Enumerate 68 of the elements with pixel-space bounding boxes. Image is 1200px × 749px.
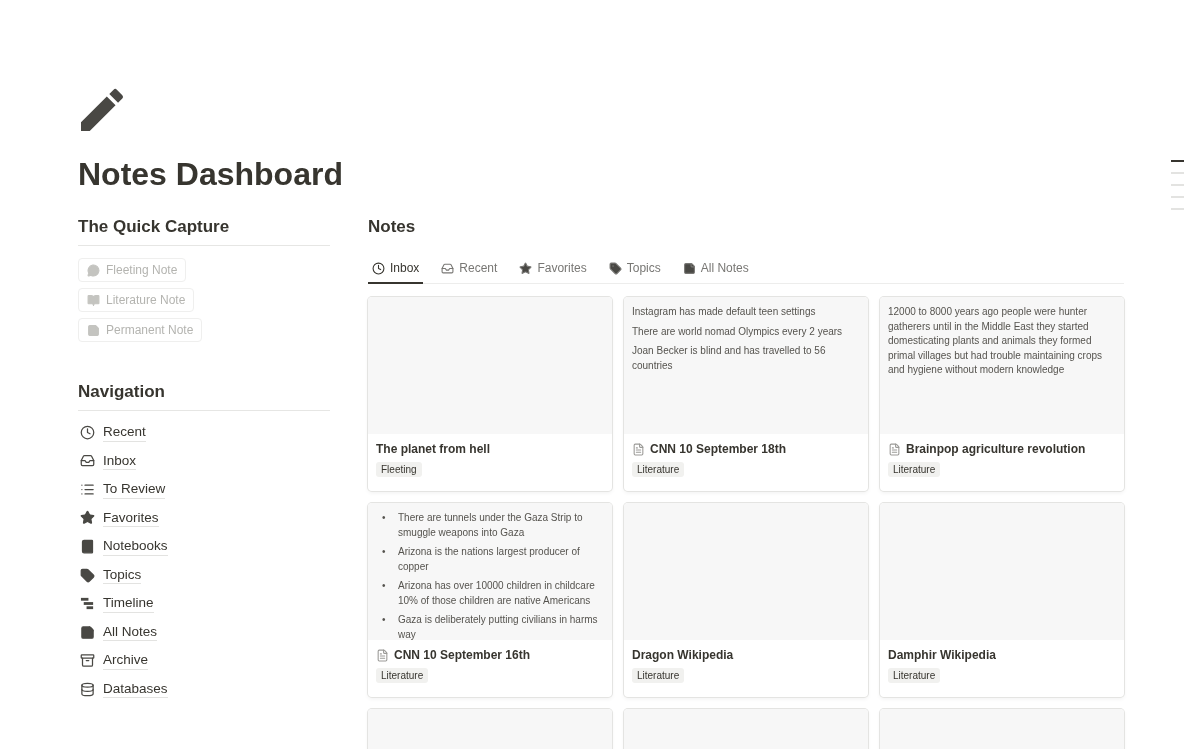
bullet-mark: • bbox=[382, 579, 387, 593]
note-card[interactable]: Instagram has made default teen settings There are world nomad Olympics every 2 years Joan Becker is blind and has travelled to 56 countries CNN 10 September 18th Literature bbox=[624, 297, 868, 491]
database-icon bbox=[80, 681, 95, 697]
card-title: CNN 10 September 18th bbox=[650, 442, 787, 456]
speech-bubble-icon bbox=[87, 263, 100, 277]
view-tab[interactable]: All Notes bbox=[678, 255, 753, 284]
note-icon bbox=[682, 261, 696, 275]
note-card[interactable]: Damphir Wikipedia Literature bbox=[880, 503, 1124, 697]
tag-label: Literature bbox=[632, 668, 685, 683]
note-icon bbox=[87, 323, 100, 337]
note-icon bbox=[80, 624, 95, 640]
book-icon bbox=[80, 538, 95, 554]
tag-label: Literature bbox=[888, 668, 941, 683]
inbox-icon bbox=[441, 261, 455, 275]
page-title: Notes Dashboard bbox=[78, 156, 343, 193]
view-tab[interactable]: Inbox bbox=[368, 255, 424, 284]
nav-link[interactable]: Inbox bbox=[78, 449, 330, 473]
note-card[interactable]: Dragon Wikipedia Literature bbox=[624, 503, 868, 697]
outline-drawing bbox=[1171, 160, 1184, 210]
view-tab[interactable]: Favorites bbox=[515, 255, 591, 284]
open-book-icon bbox=[87, 293, 100, 307]
view-tab[interactable]: Recent bbox=[437, 255, 502, 284]
note-card[interactable] bbox=[880, 297, 1124, 491]
section-heading: Navigation bbox=[78, 382, 330, 411]
preview-text: Joan Becker is blind and has travelled to 56 countries bbox=[632, 344, 827, 373]
card-title: CNN 10 September 16th bbox=[394, 648, 531, 662]
nav-link[interactable]: Notebooks bbox=[78, 535, 330, 558]
bullet-mark: • bbox=[382, 613, 387, 627]
card-title: Dragon Wikipedia bbox=[632, 648, 734, 662]
section-heading: Notes bbox=[368, 217, 417, 238]
nav-link[interactable]: To Review bbox=[78, 478, 330, 501]
tag-label: Literature bbox=[376, 668, 429, 683]
star-icon bbox=[80, 510, 95, 526]
bullet-mark: • bbox=[382, 545, 387, 559]
list-icon bbox=[80, 481, 95, 497]
tag-label: Literature bbox=[632, 462, 685, 477]
card-title: Damphir Wikipedia bbox=[888, 648, 996, 662]
bullet-item: Arizona has over 10000 children in childcare 10% of those children are native Americans bbox=[398, 579, 596, 608]
clock-icon bbox=[80, 424, 95, 440]
nav-link[interactable]: Topics bbox=[78, 563, 330, 587]
tag-icon bbox=[608, 261, 622, 275]
note-card[interactable] bbox=[368, 503, 612, 697]
archive-icon bbox=[80, 653, 95, 669]
inbox-icon bbox=[80, 453, 95, 469]
card-title: Brainpop agriculture revolution bbox=[906, 442, 1086, 456]
bullet-item: Arizona is the nations largest producer of copper bbox=[398, 545, 581, 574]
card-title: The planet from hell bbox=[376, 442, 490, 456]
preview-text: There are world nomad Olympics every 2 years bbox=[632, 324, 844, 339]
nav-link[interactable]: Timeline bbox=[78, 592, 330, 615]
preview-text: 12000 to 8000 years ago people were hunter gatherers until in the Middle East they started domesticating plants and animals they formed primal villages but had trouble maintaining crops and hygiene without modern knowledge bbox=[888, 305, 1103, 377]
view-tab[interactable]: Topics bbox=[604, 255, 665, 284]
timeline-icon bbox=[80, 596, 95, 612]
nav-link[interactable]: Favorites bbox=[78, 506, 330, 530]
note-card[interactable]: The planet from hell Fleeting bbox=[368, 297, 612, 491]
preview-text: Instagram has made default teen settings bbox=[632, 305, 817, 319]
tag-icon bbox=[80, 567, 95, 583]
star-icon bbox=[519, 261, 533, 275]
section-heading: The Quick Capture bbox=[78, 217, 330, 246]
tag-label: Literature bbox=[888, 462, 941, 477]
clock-icon bbox=[372, 261, 385, 275]
nav-link[interactable]: Databases bbox=[78, 677, 330, 701]
bullet-mark: • bbox=[382, 511, 387, 525]
nav-link[interactable]: All Notes bbox=[78, 620, 330, 644]
nav-link[interactable]: Archive bbox=[78, 649, 330, 672]
bullet-item: There are tunnels under the Gaza Strip to smuggle weapons into Gaza bbox=[398, 511, 584, 540]
nav-link[interactable]: Recent bbox=[78, 421, 330, 444]
bullet-item: Gaza is deliberately putting civilians in harms way bbox=[398, 613, 599, 640]
tag-label: Fleeting bbox=[376, 462, 422, 477]
